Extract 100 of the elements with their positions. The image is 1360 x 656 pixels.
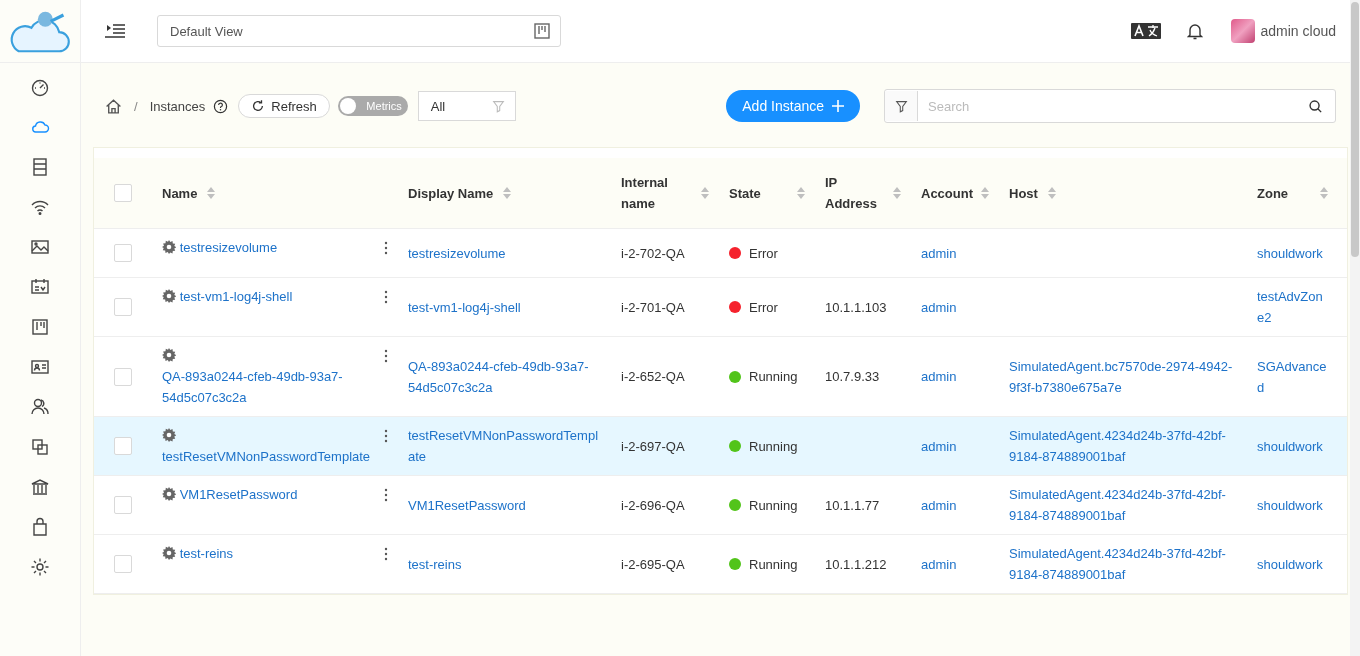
add-instance-button[interactable]: Add Instance [726,90,860,122]
table-row[interactable]: test-reins test-reins i-2-695-QA Running 10.1.1.212 admin SimulatedAgent.4234d24b-37fd-42bf-9184-874889001baf shouldwork [94,535,1347,594]
zone-link[interactable]: shouldwork [1257,494,1323,516]
host-link[interactable]: SimulatedAgent.4234d24b-37fd-42bf-9184-874889001baf [1009,425,1237,467]
table-row[interactable]: testresizevolume testresizevolume i-2-702-QA Error admin shouldwork [94,229,1347,278]
account-link[interactable]: admin [921,242,957,264]
gear-icon [162,546,176,560]
bell-icon[interactable] [1186,22,1203,40]
more-icon[interactable] [384,547,388,561]
table-row[interactable]: test-vm1-log4j-shell test-vm1-log4j-shell i-2-701-QA Error 10.1.1.103 admin testAdvZone2 [94,278,1347,337]
instance-link[interactable]: testResetVMNonPasswordTemplate [162,446,371,467]
translate-icon[interactable] [1130,23,1161,39]
gear-icon [162,348,176,362]
breadcrumb-separator: / [134,98,138,114]
filter-button[interactable] [885,91,918,121]
checkbox[interactable] [114,367,132,386]
breadcrumb-item: Instances [149,98,206,114]
table-cell-text: 10.1.1.212 [825,555,887,574]
account-link[interactable]: admin [921,435,957,457]
column-header[interactable]: Internal name [621,172,695,214]
account-link[interactable]: admin [921,553,957,575]
board-icon [534,23,550,39]
status-text: Running [749,368,798,386]
filter-select[interactable]: All [417,91,516,121]
bag-icon [30,517,50,537]
checkbox[interactable] [114,244,132,262]
filter-icon [491,99,505,113]
menu-icon[interactable] [105,23,125,39]
instance-link[interactable]: test-reins [179,543,234,564]
gear-icon [162,240,176,254]
more-icon[interactable] [384,349,388,363]
zone-link[interactable]: shouldwork [1257,553,1323,575]
checkbox[interactable] [114,496,132,514]
table-cell-text: i-2-701-QA [621,298,685,317]
status-text: Running [749,555,798,574]
display-name-link[interactable]: testresizevolume [408,242,506,264]
more-icon[interactable] [384,290,388,304]
table-cell-text: i-2-652-QA [621,368,685,386]
zone-link[interactable]: shouldwork [1257,242,1323,264]
search-icon[interactable] [1308,98,1323,114]
search-input[interactable]: Search [918,90,1308,122]
status-text: Error [749,298,778,317]
column-header[interactable]: Zone [1257,182,1289,204]
layers-icon [30,437,50,457]
checkbox[interactable] [114,298,132,316]
column-header[interactable]: Name [162,182,198,204]
host-link[interactable]: SimulatedAgent.4234d24b-37fd-42bf-9184-874889001baf [1009,484,1237,526]
calendar-icon [30,277,50,297]
table-cell-text: i-2-695-QA [621,555,685,574]
instance-link[interactable]: test-vm1-log4j-shell [179,286,293,307]
view-selector[interactable]: Default View [157,15,561,47]
account-link[interactable]: admin [921,366,957,387]
zone-link[interactable]: shouldwork [1257,435,1323,457]
column-header[interactable]: State [729,182,761,204]
table-cell-text: i-2-696-QA [621,496,685,515]
zone-link[interactable]: SGAdvanced [1257,355,1328,398]
more-icon[interactable] [384,429,388,443]
zone-link[interactable]: testAdvZone2 [1257,286,1328,328]
scrollbar[interactable] [1350,0,1360,656]
column-header[interactable]: Display Name [408,182,494,204]
search-field[interactable]: Search [884,89,1336,123]
filter-icon [894,99,908,113]
user-name[interactable]: admin cloud [1260,23,1336,39]
display-name-link[interactable]: test-reins [408,553,462,575]
id-card-icon [30,357,50,377]
table-cell-text: 10.1.1.77 [825,496,880,515]
display-name-link[interactable]: VM1ResetPassword [408,494,526,516]
column-header[interactable]: Account [921,182,973,204]
plus-icon [832,100,844,112]
instance-link[interactable]: VM1ResetPassword [179,484,298,505]
account-link[interactable]: admin [921,494,957,516]
account-link[interactable]: admin [921,296,957,318]
status-text: Running [749,437,798,456]
image-icon [30,237,50,257]
host-link[interactable]: SimulatedAgent.bc7570de-2974-4942-9f3f-b7380e675a7e [1009,355,1237,398]
refresh-button[interactable]: Refresh [238,94,330,118]
more-icon[interactable] [384,241,388,255]
gear-icon [162,289,176,303]
display-name-link[interactable]: QA-893a0244-cfeb-49db-93a7-54d5c07c3c2a [408,355,601,398]
instance-link[interactable]: testresizevolume [179,237,278,258]
table-row[interactable]: testResetVMNonPasswordTemplate testResetVMNonPasswordTemplate i-2-697-QA Running admin SimulatedAgent.4234d24b-37fd-42bf-9184-874889001baf shouldwork [94,417,1347,476]
server-icon [30,157,50,177]
status-text: Running [749,496,798,515]
display-name-link[interactable]: test-vm1-log4j-shell [408,296,521,318]
gear-icon [162,487,176,501]
instance-link[interactable]: QA-893a0244-cfeb-49db-93a7-54d5c07c3c2a [162,366,376,408]
display-name-link[interactable]: testResetVMNonPasswordTemplate [408,425,601,467]
column-header[interactable]: IP Address [825,172,887,214]
column-header[interactable]: Host [1009,182,1038,204]
more-icon[interactable] [384,488,388,502]
host-link[interactable]: SimulatedAgent.4234d24b-37fd-42bf-9184-874889001baf [1009,543,1237,585]
help-icon[interactable] [213,98,229,114]
table-row[interactable]: VM1ResetPassword VM1ResetPassword i-2-696-QA Running 10.1.1.77 admin SimulatedAgent.4234d24b-37fd-42bf-9184-874889001baf shouldwork [94,476,1347,535]
checkbox[interactable] [114,184,132,202]
checkbox[interactable] [114,437,132,455]
checkbox[interactable] [114,555,132,573]
gear-icon [162,428,176,442]
bank-icon [30,477,50,497]
home-icon[interactable] [105,97,122,115]
table-cell-text: i-2-702-QA [621,244,685,263]
